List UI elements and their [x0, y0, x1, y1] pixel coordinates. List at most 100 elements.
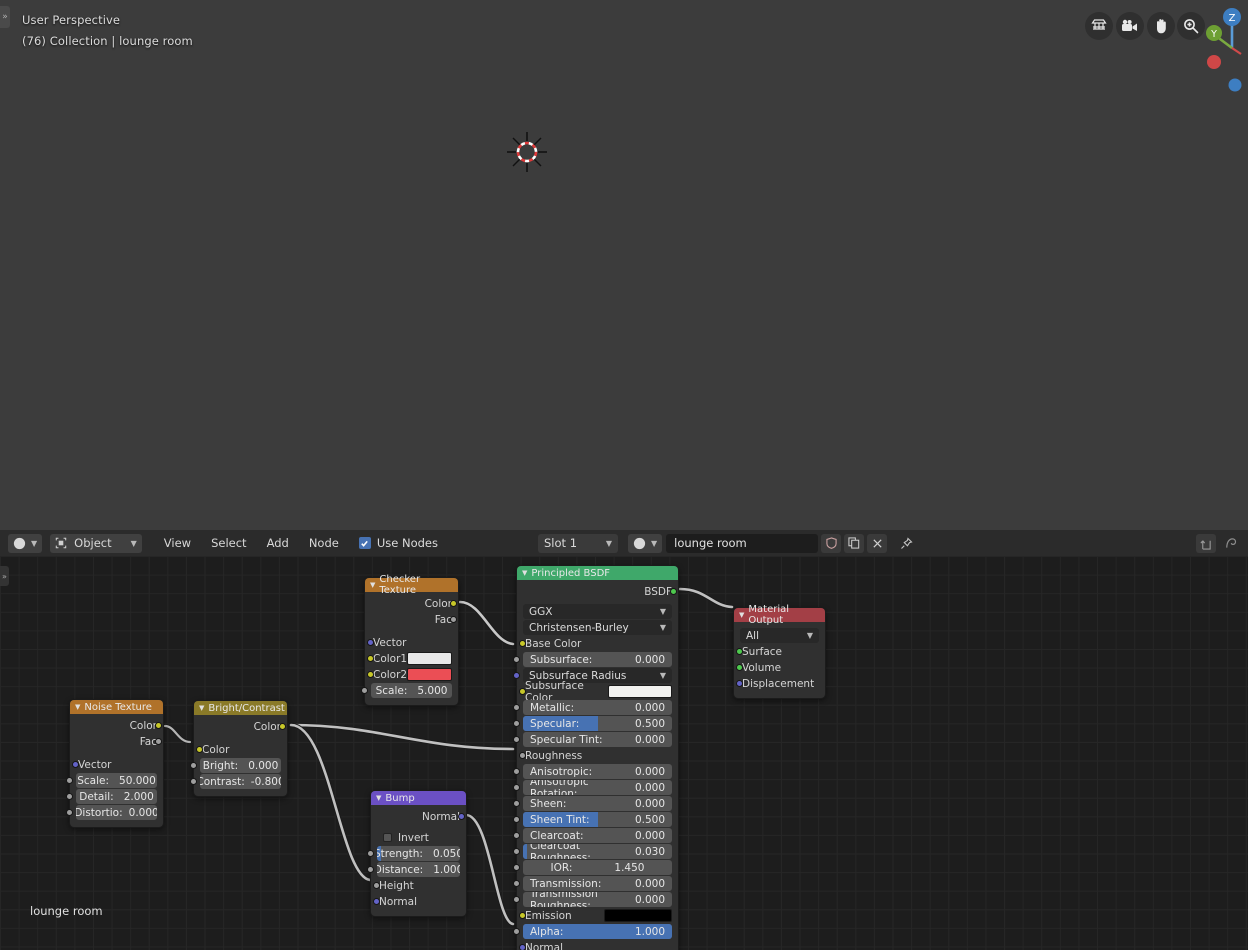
node-input-normal[interactable]: Normal — [372, 894, 460, 909]
socket-alpha-in[interactable] — [512, 928, 520, 935]
node-header[interactable]: ▼ Principled BSDF — [517, 566, 678, 580]
node-output-fac[interactable]: Fac — [76, 734, 162, 749]
socket-fac-out[interactable] — [449, 616, 457, 623]
socket-vector-in[interactable] — [71, 761, 79, 768]
socket-height-in[interactable] — [372, 882, 380, 889]
navigation-gizmo[interactable]: Z Y — [1196, 6, 1248, 94]
node-input-subsurface-color[interactable]: Subsurface Color — [518, 680, 672, 704]
socket-surface-in[interactable] — [735, 648, 743, 655]
socket-transmission-in[interactable] — [512, 880, 520, 887]
socket-anisotropic-in[interactable] — [512, 768, 520, 775]
node-input-color2[interactable]: Color2 — [366, 667, 452, 682]
socket-volume-in[interactable] — [735, 664, 743, 671]
socket-color-out[interactable] — [154, 722, 162, 729]
node-principled-bsdf[interactable]: ▼ Principled BSDF BSDF GGX ▼ Christensen… — [512, 565, 679, 950]
node-slider-bright[interactable]: Bright: 0.000 — [189, 758, 281, 773]
node-editor-sidebar-tab[interactable]: » — [0, 566, 9, 586]
toggle-xray-icon[interactable] — [1085, 12, 1113, 40]
socket-bsdf-out[interactable] — [669, 588, 677, 595]
socket-detail-in[interactable] — [65, 793, 73, 800]
node-slider-clearcoat-roughness[interactable]: Clearcoat Roughness: 0.030 — [512, 844, 672, 859]
socket-sheen-tint-in[interactable] — [512, 816, 520, 823]
node-dropdown-distribution[interactable]: GGX ▼ — [523, 604, 672, 619]
node-slider-sheen-tint[interactable]: Sheen Tint: 0.500 — [512, 812, 672, 827]
emission-swatch[interactable] — [604, 909, 672, 922]
viewport-sidebar-tab[interactable]: » — [0, 6, 10, 28]
shader-type-selector[interactable]: Object ▼ — [50, 533, 142, 553]
collapse-triangle-icon[interactable]: ▼ — [75, 703, 80, 711]
material-name-field[interactable]: lounge room — [666, 533, 819, 553]
subsurface-color-swatch[interactable] — [608, 685, 672, 698]
node-checkbox-invert[interactable]: Invert — [377, 830, 460, 845]
node-checker-texture[interactable]: ▼ Checker Texture Color Fac Vector Color… — [360, 574, 459, 706]
node-input-height[interactable]: Height — [372, 878, 460, 893]
socket-clearcoat-in[interactable] — [512, 832, 520, 839]
node-dropdown-subsurface-method[interactable]: Christensen-Burley ▼ — [523, 620, 672, 635]
pin-icon[interactable] — [896, 534, 916, 553]
socket-normal-in[interactable] — [518, 944, 526, 950]
node-slider-metallic[interactable]: Metallic: 0.000 — [512, 700, 672, 715]
node-input-roughness[interactable]: Roughness — [518, 748, 672, 763]
node-slider-distortion[interactable]: Distortio: 0.000 — [65, 805, 157, 820]
socket-ior-in[interactable] — [512, 864, 520, 871]
node-noise-texture[interactable]: ▼ Noise Texture Color Fac Vector Scale: … — [65, 699, 164, 828]
node-input-base-color[interactable]: Base Color — [518, 636, 672, 651]
socket-specular-in[interactable] — [512, 720, 520, 727]
node-slider-anisotropic-rotation[interactable]: Anisotropic Rotation: 0.000 — [512, 780, 672, 795]
collapse-triangle-icon[interactable]: ▼ — [376, 794, 381, 802]
node-header[interactable]: ▼ Material Output — [734, 604, 825, 626]
node-input-color[interactable]: Color — [195, 742, 281, 757]
socket-subsurface-radius-in[interactable] — [512, 672, 520, 679]
socket-specular-tint-in[interactable] — [512, 736, 520, 743]
node-input-color1[interactable]: Color1 — [366, 651, 452, 666]
node-slider-strength[interactable]: Strength: 0.050 — [366, 846, 460, 861]
node-header[interactable]: ▼ Checker Texture — [365, 574, 458, 596]
socket-contrast-in[interactable] — [189, 778, 197, 785]
node-header[interactable]: ▼ Bright/Contrast — [194, 701, 287, 715]
socket-strength-in[interactable] — [366, 850, 374, 857]
socket-clearcoat-roughness-in[interactable] — [512, 848, 520, 855]
collapse-triangle-icon[interactable]: ▼ — [199, 704, 204, 712]
material-slot-selector[interactable]: Slot 1 ▼ — [538, 533, 618, 553]
socket-base-color-in[interactable] — [518, 640, 526, 647]
node-input-volume[interactable]: Volume — [735, 660, 819, 675]
socket-color-in[interactable] — [195, 746, 203, 753]
socket-scale-in[interactable] — [360, 687, 368, 694]
node-slider-detail[interactable]: Detail: 2.000 — [65, 789, 157, 804]
collapse-triangle-icon[interactable]: ▼ — [739, 611, 744, 619]
socket-subsurface-in[interactable] — [512, 656, 520, 663]
socket-emission-in[interactable] — [518, 912, 526, 919]
node-dropdown-target[interactable]: All ▼ — [740, 628, 819, 643]
node-slider-alpha[interactable]: Alpha: 1.000 — [512, 924, 672, 939]
node-input-vector[interactable]: Vector — [71, 757, 157, 772]
node-input-emission[interactable]: Emission — [518, 908, 672, 923]
node-output-normal[interactable]: Normal — [377, 809, 465, 824]
node-input-surface[interactable]: Surface — [735, 644, 819, 659]
node-slider-specular[interactable]: Specular: 0.500 — [512, 716, 672, 731]
move-view-icon[interactable] — [1147, 12, 1175, 40]
socket-distortion-in[interactable] — [65, 809, 73, 816]
node-slider-distance[interactable]: Distance: 1.000 — [366, 862, 460, 877]
snap-icon[interactable] — [1196, 533, 1216, 553]
invert-checkbox[interactable] — [383, 833, 392, 842]
color2-swatch[interactable] — [407, 668, 452, 681]
node-input-displacement[interactable]: Displacement — [735, 676, 819, 691]
node-output-color[interactable]: Color — [371, 596, 457, 611]
node-slider-contrast[interactable]: Contrast: -0.800 — [189, 774, 281, 789]
node-bump[interactable]: ▼ Bump Normal Invert Strength: 0.050 Dis… — [366, 790, 467, 917]
proportional-edit-icon[interactable] — [1220, 534, 1240, 553]
socket-color-out[interactable] — [449, 600, 457, 607]
socket-vector-in[interactable] — [366, 639, 374, 646]
socket-sheen-in[interactable] — [512, 800, 520, 807]
node-slider-scale[interactable]: Scale: 5.000 — [360, 683, 452, 698]
socket-metallic-in[interactable] — [512, 704, 520, 711]
node-slider-clearcoat[interactable]: Clearcoat: 0.000 — [512, 828, 672, 843]
collapse-triangle-icon[interactable]: ▼ — [522, 569, 527, 577]
socket-displacement-in[interactable] — [735, 680, 743, 687]
node-input-normal[interactable]: Normal — [518, 940, 672, 950]
socket-subsurface-color-in[interactable] — [518, 688, 526, 695]
menu-node[interactable]: Node — [299, 534, 349, 553]
node-material-output[interactable]: ▼ Material Output All ▼ Surface Volume D… — [733, 604, 826, 699]
socket-anisotropic-rotation-in[interactable] — [512, 784, 520, 791]
socket-bright-in[interactable] — [189, 762, 197, 769]
